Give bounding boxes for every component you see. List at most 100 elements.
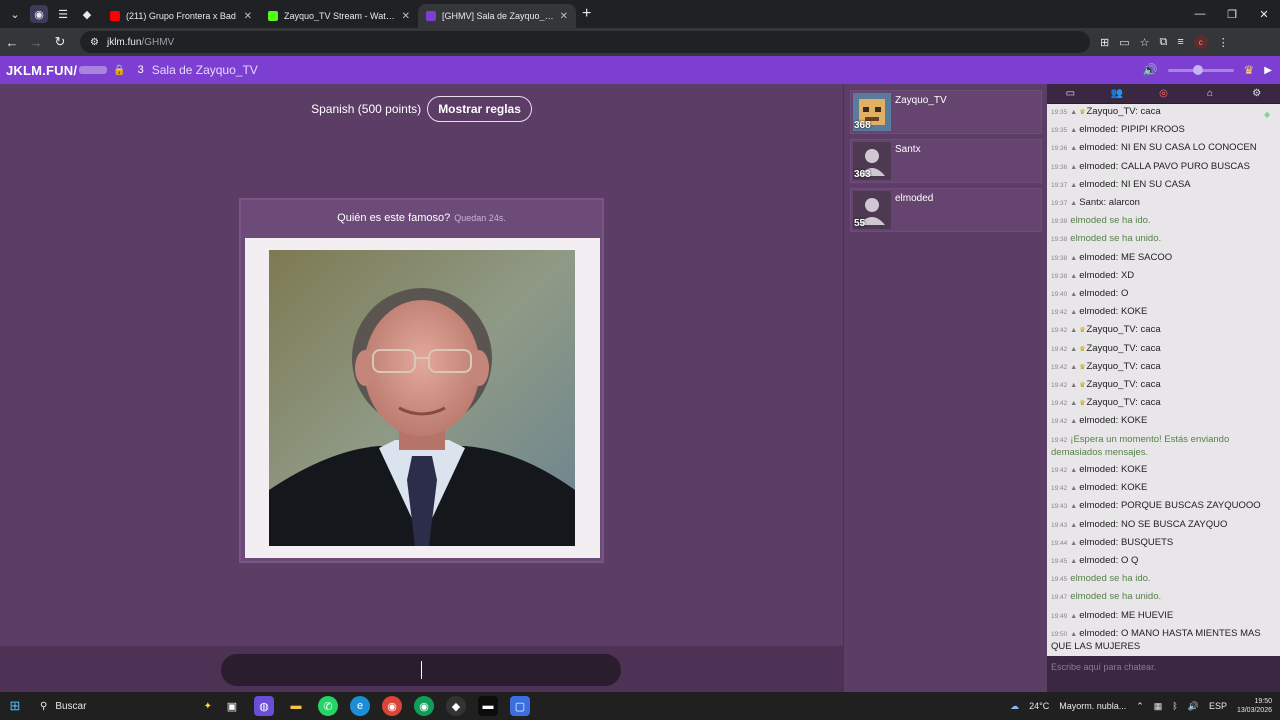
player-card[interactable]: elmoded 55 [850, 188, 1042, 232]
new-tab-button[interactable]: + [582, 5, 591, 23]
volume-icon[interactable]: 🔊 [1143, 63, 1158, 77]
maximize-icon[interactable]: ❐ [1216, 0, 1248, 28]
copilot-icon[interactable]: ◍ [254, 696, 274, 716]
message-time: 19:40 [1051, 291, 1068, 299]
message-text: elmoded se ha unido. [1070, 591, 1162, 603]
edge-icon[interactable]: e [350, 696, 370, 716]
layers-icon[interactable]: ☰ [54, 5, 72, 23]
message-user[interactable]: Zayquo_TV [1087, 343, 1136, 354]
message-user[interactable]: Zayquo_TV [1087, 397, 1136, 408]
volume-slider[interactable] [1167, 64, 1234, 75]
forward-icon[interactable]: → [24, 35, 48, 50]
profile-icon[interactable]: ◉ [30, 5, 48, 23]
minimize-icon[interactable]: — [1184, 0, 1216, 28]
extensions-icon[interactable]: ⧉ [1160, 36, 1168, 49]
message-text: elmoded se ha unido. [1070, 233, 1162, 245]
browser-tab[interactable]: [GHMV] Sala de Zayquo_TV ✕ [418, 4, 576, 28]
volume-slider-thumb[interactable] [1192, 64, 1203, 75]
message-user[interactable]: elmoded [1079, 464, 1115, 475]
windows-start-icon[interactable]: ⊞ [0, 698, 30, 714]
browser-tab[interactable]: (211) Grupo Frontera x Bad ✕ [102, 4, 260, 28]
game-area: Spanish (500 points) Mostrar reglas Quié… [0, 84, 843, 666]
player-card[interactable]: Zayquo_TV 368 [850, 90, 1042, 134]
player-card[interactable]: Santx 363 [850, 139, 1042, 183]
message-user[interactable]: elmoded [1079, 415, 1115, 426]
settings-dot-icon[interactable]: ◎ [1140, 84, 1187, 103]
reload-icon[interactable]: ↻ [48, 34, 72, 50]
user-icon: ▲ [1070, 612, 1078, 620]
tray-chevron-icon[interactable]: ⌃ [1136, 701, 1144, 712]
chat-log[interactable]: 19:35 ▲ ♛Zayquo_TV: caca 19:35 ▲ elmoded: PIP… [1047, 104, 1280, 656]
site-logo[interactable]: JKLM.FUN/ [6, 63, 77, 78]
message-user[interactable]: elmoded [1079, 628, 1115, 639]
home-icon[interactable]: ⌂ [1187, 84, 1234, 103]
message-user[interactable]: elmoded [1079, 288, 1115, 299]
message-text: caca [1140, 360, 1161, 372]
app-blue-icon[interactable]: ▢ [510, 696, 530, 716]
gear-icon[interactable]: ⚙ [1233, 84, 1280, 103]
player-score: 368 [854, 120, 871, 131]
show-rules-button[interactable]: Mostrar reglas [427, 96, 532, 122]
collapse-arrow-icon[interactable]: ▶ [1264, 65, 1272, 76]
message-user[interactable]: elmoded [1079, 161, 1115, 172]
close-window-icon[interactable]: ✕ [1248, 0, 1280, 28]
cast-icon[interactable]: ▭ [1119, 36, 1129, 49]
site-info-icon[interactable]: ⚙ [90, 37, 99, 48]
message-time: 19:42 [1051, 345, 1068, 353]
message-time: 19:42 [1051, 400, 1068, 408]
message-user[interactable]: elmoded [1079, 482, 1115, 493]
file-explorer-icon[interactable]: ▬ [286, 696, 306, 716]
clock[interactable]: 19:50 13/03/2026 [1237, 697, 1272, 715]
network-icon[interactable]: ▦ [1154, 701, 1163, 712]
user-icon: ▲ [1070, 327, 1078, 335]
message-text: elmoded se ha ido. [1070, 215, 1151, 227]
tab-close-icon[interactable]: ✕ [402, 11, 410, 22]
message-user[interactable]: elmoded [1079, 610, 1115, 621]
terminal-icon[interactable]: ▬ [478, 696, 498, 716]
message-user[interactable]: Zayquo_TV [1087, 106, 1136, 117]
message-user[interactable]: elmoded [1079, 519, 1115, 530]
players-icon[interactable]: 👥 [1094, 84, 1141, 103]
menu-kebab-icon[interactable]: ⋮ [1218, 36, 1229, 49]
message-user[interactable]: Zayquo_TV [1087, 324, 1136, 335]
message-user[interactable]: elmoded [1079, 555, 1115, 566]
message-user[interactable]: elmoded [1079, 252, 1115, 263]
extension-diamond-icon[interactable]: ◆ [78, 5, 96, 23]
weather-icon[interactable]: ☁ [1010, 701, 1019, 712]
message-user[interactable]: elmoded [1079, 500, 1115, 511]
chat-input[interactable]: Escribe aquí para chatear. [1047, 656, 1280, 692]
task-view-icon[interactable]: ▣ [222, 696, 242, 716]
app-dark-icon[interactable]: ◆ [446, 696, 466, 716]
tab-close-icon[interactable]: ✕ [560, 11, 568, 22]
chrome-profile-icon[interactable]: ◉ [414, 696, 434, 716]
bluetooth-icon[interactable]: ᛒ [1172, 701, 1177, 711]
user-icon: ▲ [1070, 503, 1078, 511]
back-icon[interactable]: ← [0, 35, 24, 50]
message-user[interactable]: elmoded [1079, 306, 1115, 317]
message-user[interactable]: elmoded [1079, 537, 1115, 548]
media-controls-icon[interactable]: ≡ [1177, 36, 1183, 48]
tab-search-icon[interactable]: ⌄ [6, 5, 24, 23]
profile-avatar[interactable]: c [1193, 35, 1208, 49]
bookmark-star-icon[interactable]: ☆ [1140, 36, 1150, 49]
tab-favicon-icon [268, 11, 278, 21]
speaker-icon[interactable]: 🔊 [1188, 701, 1199, 712]
chat-icon[interactable]: ▭ [1047, 84, 1094, 103]
message-time: 19:37 [1051, 181, 1068, 189]
browser-tab[interactable]: Zayquo_TV Stream - Watch Live ✕ [260, 4, 418, 28]
message-user[interactable]: Zayquo_TV [1087, 361, 1136, 372]
message-user[interactable]: elmoded [1079, 142, 1115, 153]
message-user[interactable]: Santx [1079, 197, 1103, 208]
tab-close-icon[interactable]: ✕ [244, 11, 252, 22]
message-user[interactable]: elmoded [1079, 270, 1115, 281]
url-field[interactable]: ⚙ jklm.fun/GHMV [80, 31, 1090, 53]
language-label[interactable]: ESP [1209, 701, 1227, 711]
message-user[interactable]: Zayquo_TV [1087, 379, 1136, 390]
whatsapp-icon[interactable]: ✆ [318, 696, 338, 716]
message-user[interactable]: elmoded [1079, 124, 1115, 135]
crown-icon[interactable]: ♛ [1244, 63, 1255, 77]
translate-icon[interactable]: ⊞ [1100, 36, 1109, 49]
taskbar-search[interactable]: ⚲ Buscar ✦ [32, 695, 212, 717]
message-user[interactable]: elmoded [1079, 179, 1115, 190]
chrome-icon[interactable]: ◉ [382, 696, 402, 716]
